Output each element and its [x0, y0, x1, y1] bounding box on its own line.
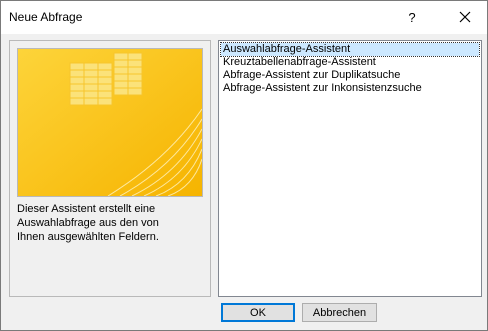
- wizard-item-find-unmatched[interactable]: Abfrage-Assistent zur Inkonsistenzsuche: [221, 82, 479, 95]
- cancel-button[interactable]: Abbrechen: [302, 303, 377, 322]
- wizard-list[interactable]: Auswahlabfrage-Assistent Kreuztabellenab…: [218, 40, 482, 297]
- wizard-preview-image: [17, 48, 203, 197]
- ok-button[interactable]: OK: [221, 303, 295, 322]
- window-title: Neue Abfrage: [9, 10, 83, 24]
- close-button[interactable]: [449, 4, 481, 30]
- query-wizard-illustration: [18, 49, 202, 196]
- new-query-dialog: Neue Abfrage ? Dieser Assistent erstellt…: [0, 0, 488, 331]
- close-icon: [459, 11, 471, 23]
- wizard-info-panel: Dieser Assistent erstellt eine Auswahlab…: [9, 40, 211, 297]
- help-icon: ?: [408, 9, 416, 25]
- wizard-item-crosstab-query[interactable]: Kreuztabellenabfrage-Assistent: [221, 56, 479, 69]
- help-button[interactable]: ?: [397, 4, 427, 30]
- wizard-item-find-duplicates[interactable]: Abfrage-Assistent zur Duplikatsuche: [221, 69, 479, 82]
- wizard-description: Dieser Assistent erstellt eine Auswahlab…: [17, 203, 159, 243]
- title-bar: Neue Abfrage ?: [1, 1, 487, 34]
- wizard-item-select-query[interactable]: Auswahlabfrage-Assistent: [220, 42, 480, 57]
